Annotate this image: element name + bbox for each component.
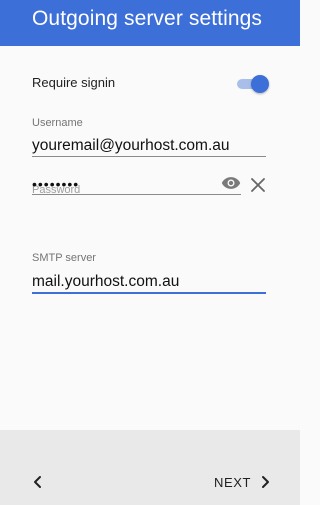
page-title: Outgoing server settings bbox=[32, 7, 263, 30]
username-underline bbox=[32, 156, 266, 157]
toggle-thumb bbox=[251, 75, 269, 93]
chevron-right-icon bbox=[262, 476, 270, 488]
smtp-server-underline bbox=[32, 292, 266, 294]
username-field[interactable]: youremail@yourhost.com.au bbox=[32, 136, 230, 156]
show-password-eye-icon[interactable] bbox=[221, 175, 241, 191]
username-label: Username bbox=[32, 117, 83, 129]
back-chevron-left-icon[interactable] bbox=[26, 470, 50, 494]
password-field[interactable]: •••••••• bbox=[32, 177, 79, 191]
app-header: Outgoing server settings bbox=[0, 0, 300, 46]
smtp-server-label: SMTP server bbox=[32, 252, 96, 264]
require-signin-toggle[interactable] bbox=[237, 74, 269, 94]
clear-password-close-icon[interactable] bbox=[249, 176, 267, 194]
password-underline bbox=[32, 194, 241, 195]
next-button[interactable]: NEXT bbox=[214, 471, 271, 493]
smtp-server-field[interactable]: mail.yourhost.com.au bbox=[32, 272, 179, 292]
next-button-label: NEXT bbox=[214, 474, 252, 490]
require-signin-label: Require signin bbox=[32, 75, 116, 90]
